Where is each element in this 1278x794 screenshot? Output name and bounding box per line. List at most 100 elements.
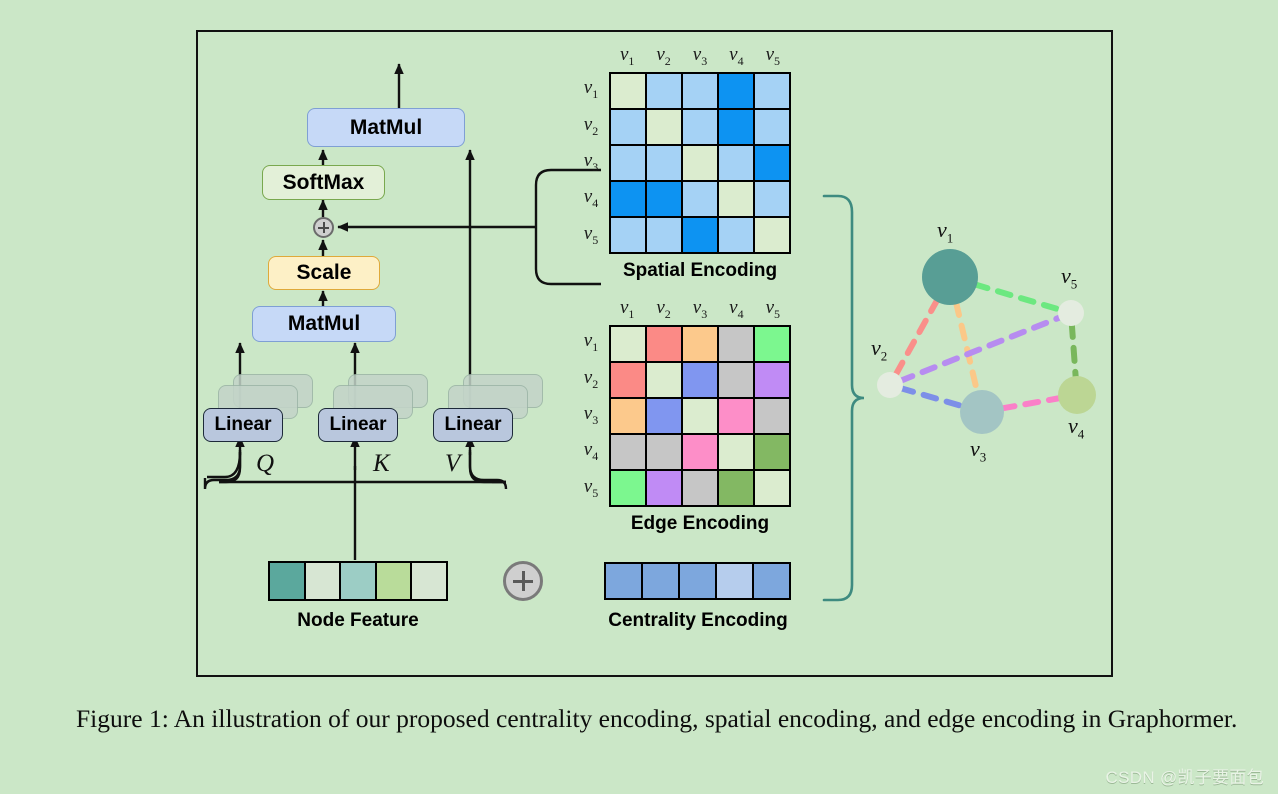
matrix-cell (646, 181, 682, 217)
matrix-row-label: v5 (583, 222, 599, 247)
linear-k-label: Linear (329, 414, 387, 435)
matrix-col-label: v1 (619, 44, 635, 68)
matrix-cell (682, 74, 718, 109)
matrix-cell (754, 434, 789, 470)
strip-cell (680, 564, 715, 598)
softmax-block[interactable]: SoftMax (262, 165, 385, 200)
spatial-encoding-caption: Spatial Encoding (622, 260, 778, 281)
matrix-cell (682, 470, 718, 505)
figure-page: MatMul SoftMax Scale MatMul Linear Linea… (0, 0, 1278, 794)
matrix-cell (611, 434, 646, 470)
matrix-row-label: v3 (583, 403, 599, 427)
matrix-col-label: v5 (765, 297, 780, 321)
matrix-cell (611, 74, 646, 109)
matrix-cell (718, 470, 754, 505)
matrix-cell (611, 327, 646, 362)
linear-k-stack: Linear (318, 374, 428, 452)
matrix-row-label: v2 (583, 113, 599, 138)
figure-caption: Figure 1: An illustration of our propose… (76, 704, 1238, 733)
matrix-row-label: v4 (583, 439, 599, 464)
matmul-top-block[interactable]: MatMul (307, 108, 465, 147)
matrix-cell (682, 145, 718, 181)
matrix-cell (754, 362, 789, 398)
matrix-cell (754, 398, 789, 434)
graph-node-label: v5 (1061, 263, 1078, 292)
matrix-cell (718, 74, 754, 109)
matrix-cell (682, 362, 718, 398)
matmul-bottom-block[interactable]: MatMul (252, 306, 396, 342)
centrality-encoding-caption: Centrality Encoding (608, 610, 788, 631)
matrix-row-label: v5 (583, 475, 599, 500)
matrix-row-label: v3 (583, 150, 599, 174)
matmul-top-label: MatMul (349, 115, 423, 139)
q-label: Q (256, 450, 275, 477)
matrix-cell (754, 145, 789, 181)
matrix-cell (718, 398, 754, 434)
matrix-cell (611, 398, 646, 434)
graph-node-label: v2 (871, 335, 888, 364)
matrix-cell (718, 434, 754, 470)
matrix-col-label: v3 (692, 297, 708, 321)
matrix-cell (718, 362, 754, 398)
centrality-encoding-strip[interactable] (604, 562, 791, 600)
matrix-row-label: v4 (583, 186, 599, 211)
strip-cell (270, 563, 304, 599)
matrix-cell (611, 109, 646, 145)
matrix-cell (646, 74, 682, 109)
graph-node-label: v1 (937, 217, 954, 246)
matrix-cell (611, 181, 646, 217)
graph-node-label: v4 (1068, 413, 1085, 442)
linear-q-stack: Linear (203, 374, 313, 452)
matrix-row-label: v1 (583, 330, 599, 354)
linear-v-stack: Linear (433, 374, 543, 452)
matrix-cell (646, 145, 682, 181)
matrix-cell (646, 327, 682, 362)
scale-label: Scale (296, 261, 352, 284)
node-feature-strip[interactable] (268, 561, 448, 601)
matrix-cell (718, 109, 754, 145)
matrix-cell (611, 217, 646, 252)
matrix-cell (646, 470, 682, 505)
spatial-encoding-grid[interactable] (609, 72, 791, 254)
scale-block[interactable]: Scale (268, 256, 380, 290)
matrix-row-label: v1 (583, 77, 599, 101)
linear-v-block[interactable]: Linear (433, 408, 513, 442)
graph-node-label: v3 (970, 436, 987, 465)
matrix-cell (646, 217, 682, 252)
matrix-cell (718, 181, 754, 217)
linear-q-block[interactable]: Linear (203, 408, 283, 442)
edge-encoding-matrix: v1 v2 v3 v4 v5 v1 v2 v3 v4 v5 Edge Encoding (577, 297, 807, 537)
matrix-cell (611, 145, 646, 181)
strip-cell (412, 563, 446, 599)
matrix-cell (682, 327, 718, 362)
softmax-label: SoftMax (282, 170, 365, 194)
k-label: K (373, 450, 390, 477)
spatial-encoding-matrix: v1 v2 v3 v4 v5 v1 v2 v3 v4 v5 Spatial Encoding (577, 44, 807, 284)
strip-cell (606, 564, 641, 598)
matrix-cell (646, 109, 682, 145)
strip-cell (341, 563, 375, 599)
matrix-cell (682, 398, 718, 434)
matrix-cell (754, 74, 789, 109)
node-feature-caption: Node Feature (297, 610, 419, 631)
v-label: V (445, 450, 461, 477)
matrix-cell (611, 362, 646, 398)
matrix-col-label: v2 (656, 44, 671, 68)
add-operator-icon (313, 217, 334, 238)
linear-v-label: Linear (444, 414, 502, 435)
matrix-col-label: v4 (729, 297, 744, 321)
strip-cell (643, 564, 678, 598)
linear-k-block[interactable]: Linear (318, 408, 398, 442)
strip-cell (376, 563, 411, 599)
edge-encoding-grid[interactable] (609, 325, 791, 507)
strip-cell (754, 564, 789, 598)
linear-q-label: Linear (214, 414, 272, 435)
edge-encoding-caption: Edge Encoding (630, 513, 770, 534)
matmul-bottom-label: MatMul (287, 312, 361, 335)
matrix-cell (718, 217, 754, 252)
matrix-cell (754, 181, 789, 217)
matrix-cell (682, 109, 718, 145)
matrix-cell (718, 327, 754, 362)
watermark: CSDN @凯子要面包 (1105, 768, 1264, 787)
matrix-cell (682, 181, 718, 217)
